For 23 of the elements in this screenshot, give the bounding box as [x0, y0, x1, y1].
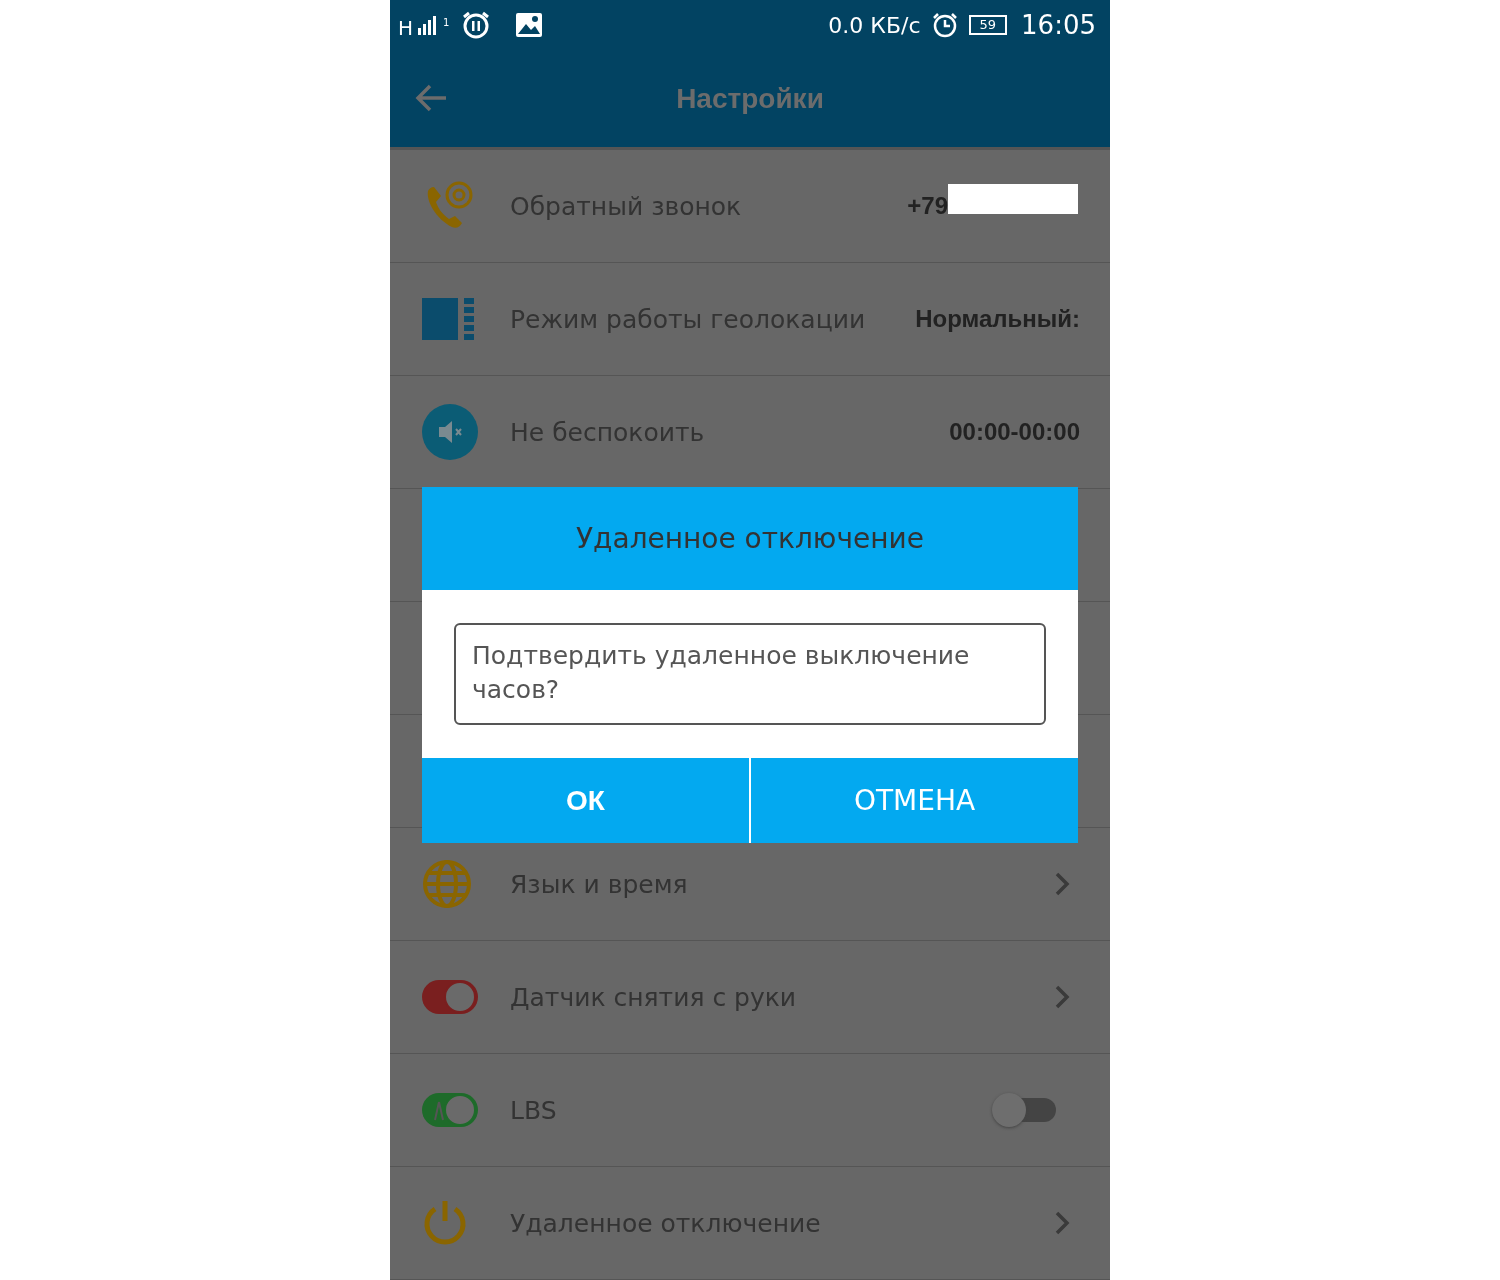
mute-icon [422, 404, 478, 460]
globe-icon [422, 859, 472, 909]
screen-title: Настройки [676, 82, 824, 115]
network-type: H [398, 16, 414, 40]
image-icon [515, 12, 544, 38]
chevron-icon[interactable] [1054, 984, 1070, 1010]
dialog-message: Подтвердить удаленное выключение часов? [454, 623, 1046, 725]
toggle-icon [422, 979, 478, 1015]
chevron-icon[interactable] [1054, 871, 1070, 897]
network-speed: 0.0 КБ/с [828, 12, 921, 38]
setting-value: 00:00-00:00 [949, 418, 1080, 446]
dialog-title: Удаленное отключение [422, 487, 1078, 590]
battery-indicator: 59 [968, 15, 1008, 35]
setting-value: Нормальный: [915, 305, 1080, 333]
back-arrow-icon[interactable] [414, 83, 448, 113]
chevron-icon[interactable] [1054, 1210, 1070, 1236]
setting-value: +79 [907, 192, 948, 220]
power-icon [422, 1199, 468, 1247]
clock-time: 16:05 [1021, 10, 1096, 40]
sim-number: 1 [443, 17, 450, 28]
alarm-pause-icon [461, 10, 492, 40]
toggle-switch[interactable] [992, 1093, 1056, 1127]
toggle-icon [422, 1092, 478, 1128]
